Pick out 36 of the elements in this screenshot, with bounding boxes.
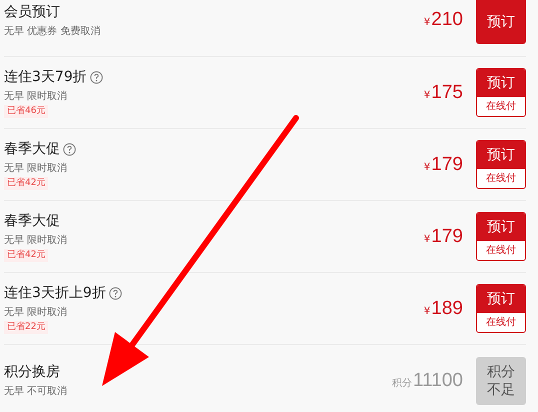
book-button[interactable]: 预订 在线付 bbox=[476, 212, 526, 261]
rate-conditions: 无早 优惠券 免费取消 bbox=[4, 24, 100, 39]
savings-tag: 已省42元 bbox=[4, 248, 48, 262]
currency-label: ¥ bbox=[424, 90, 430, 100]
help-icon[interactable] bbox=[90, 70, 103, 84]
book-button[interactable]: 预订 在线付 bbox=[476, 140, 526, 189]
rate-name: 春季大促 bbox=[4, 212, 60, 230]
rate-conditions: 无早 限时取消 bbox=[4, 234, 68, 248]
currency-label: ¥ bbox=[424, 306, 430, 316]
rate-name: 会员预订 bbox=[4, 3, 60, 22]
rate-conditions: 无早 限时取消 bbox=[4, 306, 68, 320]
price: 189 bbox=[431, 298, 463, 320]
rate-name: 积分换房 bbox=[4, 363, 60, 382]
savings-tag: 已省42元 bbox=[4, 176, 48, 190]
currency-label: ¥ bbox=[424, 234, 430, 244]
rate-name: 春季大促 bbox=[4, 140, 60, 158]
price: 175 bbox=[431, 82, 463, 104]
help-icon[interactable] bbox=[108, 286, 122, 300]
savings-tag: 已省22元 bbox=[4, 320, 48, 334]
book-button[interactable]: 预订 bbox=[476, 0, 526, 44]
savings-tag: 已省46元 bbox=[4, 104, 48, 118]
rate-conditions: 无早 不可取消 bbox=[4, 384, 68, 399]
book-button[interactable]: 预订 在线付 bbox=[476, 284, 526, 333]
rate-name: 连住3天折上9折 bbox=[4, 284, 106, 302]
currency-label: 积分 bbox=[392, 377, 412, 390]
rate-conditions: 无早 限时取消 bbox=[4, 90, 68, 104]
help-icon[interactable] bbox=[63, 142, 76, 156]
price: 179 bbox=[431, 154, 463, 176]
rate-conditions: 无早 限时取消 bbox=[4, 162, 68, 176]
currency-label: ¥ bbox=[424, 162, 430, 172]
book-button[interactable]: 预订 在线付 bbox=[476, 68, 526, 117]
price: 210 bbox=[431, 9, 463, 31]
price: 11100 bbox=[412, 370, 463, 392]
rate-name: 连住3天79折 bbox=[4, 68, 87, 86]
price: 179 bbox=[431, 226, 463, 248]
currency-label: ¥ bbox=[424, 17, 430, 28]
